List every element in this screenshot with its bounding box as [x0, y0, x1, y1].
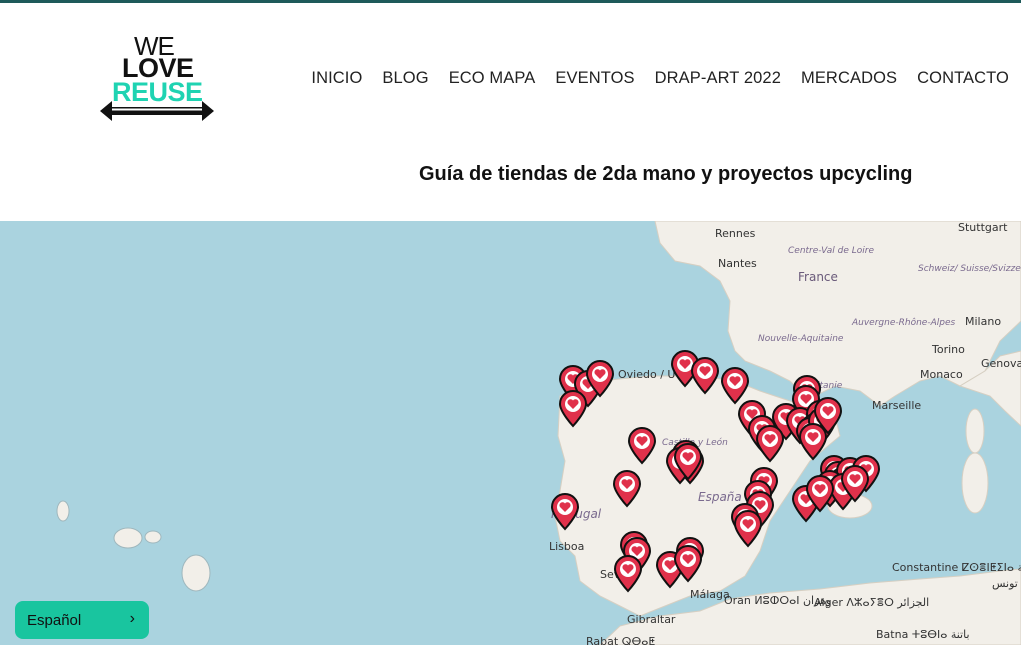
nav-mercados[interactable]: MERCADOS	[801, 69, 897, 88]
map-label-rennes: Rennes	[715, 227, 756, 240]
map-label-gibraltar: Gibraltar	[627, 613, 676, 626]
map-label-auvergne: Auvergne-Rhône-Alpes	[851, 317, 955, 328]
map-label-rabat: Rabat ⵕⴱⴰⵟ	[586, 635, 655, 645]
map-label-nantes: Nantes	[718, 257, 757, 270]
map-label-monaco: Monaco	[920, 368, 963, 381]
map-label-batna: Batna ⵜⵓⴱⵏⴰ باتنة	[876, 628, 970, 641]
map-label-milano: Milano	[965, 315, 1001, 328]
land-azores-3	[144, 530, 162, 544]
map-label-alger: Alger ⴷⵣⴰⵢⴻⵔ الجزائر	[814, 596, 929, 609]
map-label-espana: España	[698, 490, 742, 504]
nav-drap-art[interactable]: DRAP-ART 2022	[655, 69, 781, 88]
land-sardinia	[961, 452, 989, 514]
nav-contacto[interactable]: CONTACTO	[917, 69, 1009, 88]
map-label-nouvelle-aquitaine: Nouvelle-Aquitaine	[758, 334, 844, 344]
map-label-tunis: تونس	[992, 577, 1018, 590]
land-corsica	[965, 408, 985, 454]
map-label-marseille: Marseille	[872, 399, 921, 412]
we-love-reuse-logo[interactable]: WE LOVE REUSE	[98, 31, 216, 131]
map-label-schweiz: Schweiz/ Suisse/Svizzera/ Svizra	[918, 264, 1021, 274]
map-label-france: France	[798, 270, 838, 284]
map-label-stuttgart: Stuttgart	[958, 221, 1008, 234]
map-label-torino: Torino	[931, 343, 965, 356]
nav-eventos[interactable]: EVENTOS	[555, 69, 634, 88]
land-azores-1	[56, 500, 70, 522]
nav-blog[interactable]: BLOG	[382, 69, 428, 88]
map-label-genova: Genova	[981, 357, 1021, 370]
nav-inicio[interactable]: INICIO	[311, 69, 362, 88]
nav-eco-mapa[interactable]: ECO MAPA	[449, 69, 536, 88]
land-azores-4	[181, 554, 211, 592]
eco-map[interactable]: Rennes Nantes Stuttgart France Milano To…	[0, 221, 1021, 645]
land-azores-2	[113, 527, 143, 549]
logo-double-arrow-icon	[100, 101, 214, 121]
map-label-constantine: Constantine ⵇⵙⴻⵏⵟⵉⵏⴰ قسنطينة	[892, 561, 1021, 574]
map-label-lisboa: Lisboa	[549, 540, 584, 553]
language-selector[interactable]: Español ›	[15, 601, 149, 639]
chevron-right-icon: ›	[129, 610, 135, 627]
map-canvas[interactable]: Rennes Nantes Stuttgart France Milano To…	[0, 221, 1021, 645]
main-nav: INICIO BLOG ECO MAPA EVENTOS DRAP-ART 20…	[311, 69, 1009, 88]
page-subtitle: Guía de tiendas de 2da mano y proyectos …	[419, 163, 913, 185]
map-label-centre-val-de-loire: Centre-Val de Loire	[788, 246, 874, 256]
language-label: Español	[27, 611, 82, 629]
site-header: WE LOVE REUSE INICIO BLOG ECO MAPA EVENT…	[0, 3, 1021, 153]
